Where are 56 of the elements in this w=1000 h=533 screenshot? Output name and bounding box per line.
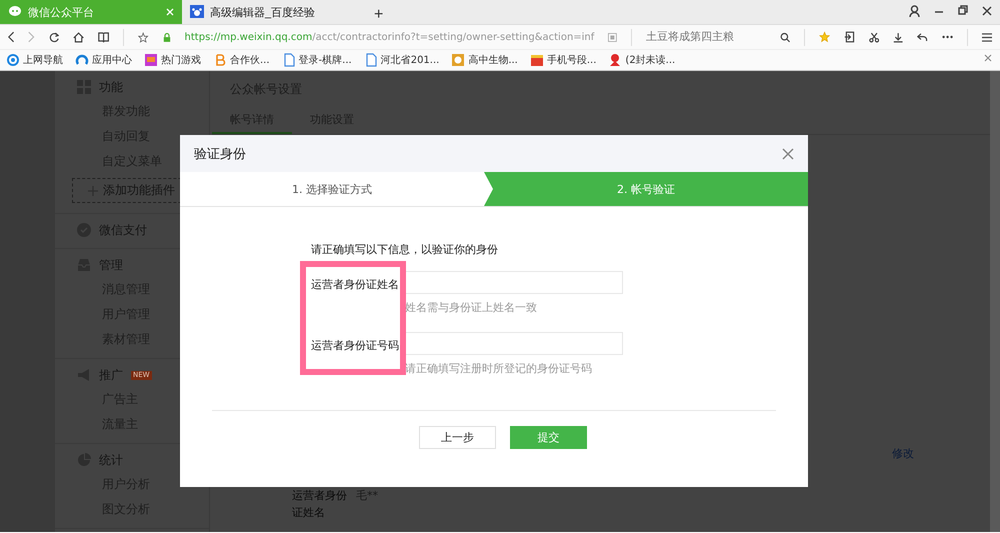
- bookmark-link[interactable]: 登录-棋牌...: [282, 53, 352, 67]
- picture-frame-icon: [451, 53, 466, 67]
- close-icon[interactable]: [982, 5, 992, 17]
- menu-icon[interactable]: [982, 32, 992, 42]
- chat-bubble-icon: [8, 5, 22, 19]
- page-icon: [282, 53, 296, 67]
- step-indicator: 2. 帐号验证: [484, 172, 808, 206]
- address-bar-url[interactable]: https://mp.weixin.qq.com/acct/contractorinfo?t=setting/owner-setting&action=inf: [184, 32, 594, 42]
- submit-button[interactable]: 提交: [510, 426, 587, 449]
- star-icon[interactable]: [819, 30, 830, 44]
- mascot-icon: [608, 53, 622, 67]
- field-label: 运营者身份证号码: [311, 338, 400, 353]
- star-icon[interactable]: [138, 30, 149, 44]
- user-icon[interactable]: [909, 5, 920, 17]
- browser-tab[interactable]: 微信公众平台: [0, 0, 182, 24]
- input-field[interactable]: [405, 271, 623, 294]
- reload-icon[interactable]: [48, 30, 60, 44]
- undo-icon[interactable]: [917, 31, 928, 43]
- bookmark-link[interactable]: 河北省201...: [364, 53, 440, 67]
- search-field[interactable]: 土豆将成第四主粮: [646, 31, 766, 43]
- download-icon[interactable]: [892, 30, 904, 44]
- input-field[interactable]: [405, 332, 623, 355]
- browser-e-icon: [6, 53, 20, 67]
- field-label: 运营者身份证姓名: [311, 277, 400, 292]
- back-button[interactable]: 上一步: [419, 426, 496, 449]
- scissors-icon[interactable]: [868, 30, 879, 44]
- more-icon[interactable]: [942, 35, 953, 39]
- b-letter-icon: [213, 53, 227, 67]
- field-hint: 请正确填写注册时所登记的身份证号码: [405, 361, 593, 376]
- import-icon[interactable]: [844, 30, 855, 44]
- game-icon: [144, 53, 158, 67]
- restore-icon[interactable]: [958, 5, 968, 17]
- bookmark-link[interactable]: 手机号段...: [530, 53, 596, 67]
- gift-icon: [530, 53, 544, 67]
- page-icon: [364, 53, 378, 67]
- edit-link[interactable]: 修改: [892, 447, 914, 460]
- bookmark-link[interactable]: 高中生物...: [451, 53, 518, 67]
- bookmark-link[interactable]: (2封未读...: [608, 53, 676, 67]
- new-tab-button[interactable]: +: [368, 6, 390, 24]
- back-icon[interactable]: [8, 30, 14, 44]
- ring-icon: [75, 53, 89, 67]
- dialog-title: 验证身份: [194, 146, 246, 162]
- home-icon[interactable]: [73, 30, 84, 44]
- scrollbar[interactable]: [990, 71, 1000, 532]
- search-icon[interactable]: [780, 30, 790, 44]
- instruction-text: 请正确填写以下信息，以验证你的身份: [311, 242, 499, 257]
- bookmark-link[interactable]: 热门游戏: [144, 53, 201, 67]
- bookmark-link[interactable]: 合作伙...: [213, 53, 270, 67]
- lock-icon: [162, 30, 171, 44]
- paw-icon: [190, 5, 204, 19]
- detail-label: 运营者身份证姓名: [292, 488, 348, 521]
- bookmark-link[interactable]: 应用中心: [75, 53, 132, 67]
- browser-tab[interactable]: 高级编辑器_百度经验: [182, 0, 364, 24]
- book-icon[interactable]: [98, 31, 110, 43]
- field-hint: 姓名需与身份证上姓名一致: [405, 300, 538, 315]
- bookmark-link[interactable]: 上网导航: [6, 53, 63, 67]
